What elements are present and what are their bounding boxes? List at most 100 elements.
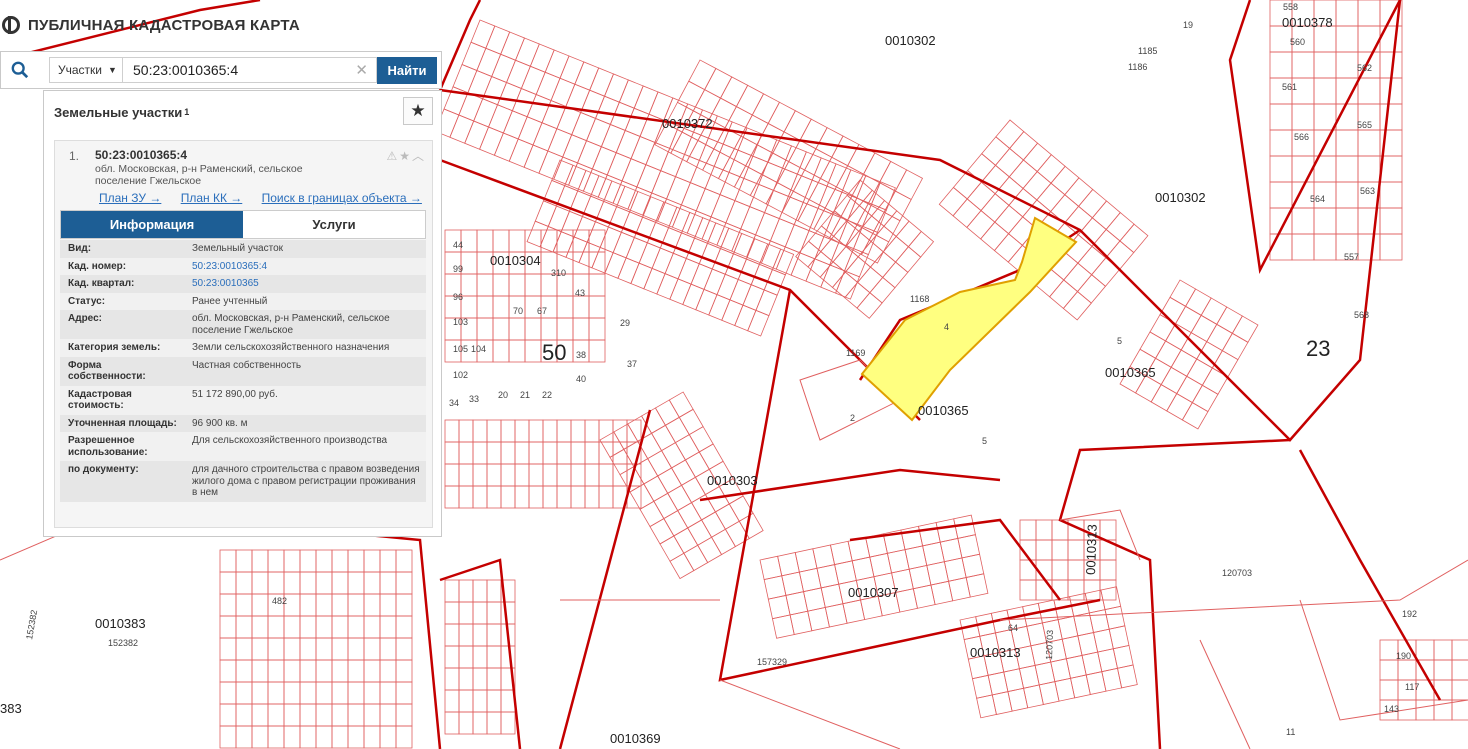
parcel [556,485,572,509]
parcel [1200,297,1228,325]
parcel [1433,659,1453,681]
parcel [613,423,639,450]
parcel [1078,188,1108,219]
parcel [363,659,381,683]
result-action-icons[interactable]: ⚠★︿ [386,147,426,164]
parcel [657,467,683,494]
parcel [659,535,685,562]
search-icon[interactable] [1,52,39,88]
parcel [283,549,301,573]
parcel [1036,182,1066,213]
parcel [965,573,989,598]
parcel [514,463,530,487]
parcel [1007,687,1029,712]
plan-kk-link[interactable]: План КК → [181,191,243,205]
parcel [987,671,1009,696]
parcel [673,527,699,554]
parcel [1099,559,1117,581]
tab-information[interactable]: Информация [61,211,243,238]
parcel [1099,519,1117,541]
parcel [1085,671,1107,696]
parcel [1313,233,1337,261]
parcel [444,419,460,443]
parcel [869,276,896,304]
parcel [1049,279,1079,309]
attribute-value[interactable]: 50:23:0010365:4 [180,261,426,273]
parcel [542,419,558,443]
map-label: 5 [982,436,987,446]
parcel [315,637,333,661]
parcel [572,317,590,341]
parcel [1117,664,1138,689]
parcel [299,637,317,661]
parcel [653,492,679,520]
parcel [514,419,530,443]
parcel [639,500,665,528]
parcel [1034,661,1056,686]
map-label: 21 [520,390,530,400]
parcel [584,419,600,443]
parcel [347,615,365,639]
parcel [1206,323,1233,352]
parcel [671,459,696,486]
parcel [444,601,460,625]
search-in-bounds-link[interactable]: Поиск в границах объекта → [262,191,422,205]
parcel [235,681,253,705]
parcel [460,295,478,319]
map-label: 64 [1008,623,1018,633]
map-label: 1168 [910,294,929,304]
parcel [395,659,413,683]
parcel [363,681,381,705]
result-links: План ЗУ → План КК → Поиск в границах объ… [99,191,438,205]
tab-services[interactable]: Услуги [243,211,425,238]
map-label: 561 [1282,82,1297,92]
attribute-value: Земельный участок [192,243,284,254]
parcel [1009,131,1039,161]
parcel [588,317,606,341]
parcel [961,553,985,578]
parcel [542,441,558,465]
parcel [395,549,413,573]
parcel [1269,181,1293,209]
search-input[interactable]: 50:23:0010365:4 ✕ [123,57,377,83]
clear-icon[interactable]: ✕ [355,61,368,79]
map-label: 0010378 [1282,15,1333,30]
parcel [331,571,349,595]
parcel [267,681,285,705]
parcel [347,725,365,749]
parcel [994,147,1024,178]
favorite-star-button[interactable]: ★ [403,97,433,125]
parcel [283,615,301,639]
parcel [687,519,713,546]
find-button[interactable]: Найти [377,56,437,84]
parcel [882,235,909,263]
parcel [315,681,333,705]
parcel [872,211,901,243]
parcel [363,703,381,727]
parcel [1104,605,1126,630]
parcel [719,76,749,108]
parcel [819,156,849,188]
search-query-text: 50:23:0010365:4 [133,62,239,78]
parcel [379,659,397,683]
attribute-value[interactable]: 50:23:0010365 [180,278,426,290]
parcel [1269,103,1293,131]
result-cadastral-number[interactable]: 50:23:0010365:4 [95,148,187,162]
parcel [1070,674,1091,699]
parcel [1291,51,1315,79]
search-type-select[interactable]: Участки ▼ [49,57,123,83]
parcel [1231,315,1259,343]
parcel [267,571,285,595]
parcel [528,463,544,487]
selected-parcel[interactable] [860,216,1078,422]
plan-zu-link[interactable]: План ЗУ → [99,191,161,205]
parcel [444,463,460,487]
parcel [235,725,253,749]
parcel [1061,635,1083,660]
attribute-row: Кад. квартал: 50:23:0010365 [60,275,426,293]
parcel [395,725,413,749]
parcel [267,659,285,683]
parcel [697,536,723,564]
parcel [1313,207,1337,235]
parcel [492,295,510,319]
